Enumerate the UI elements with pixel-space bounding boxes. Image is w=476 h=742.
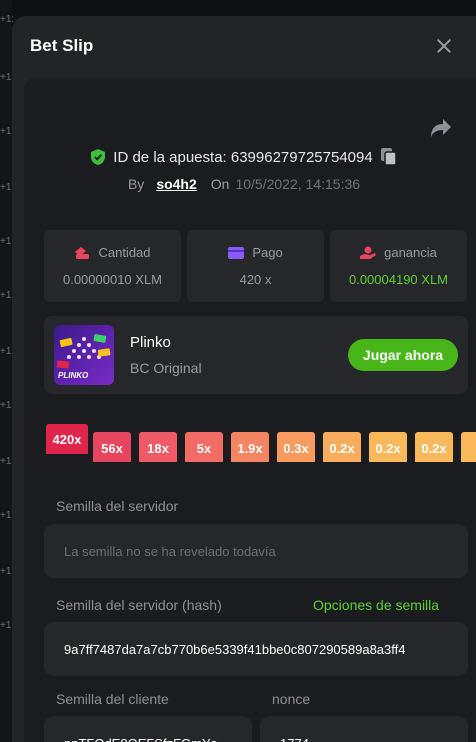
server-hash-field[interactable]: 9a7ff7487da7a7cb770b6e5339f41bbe0c807290… — [44, 622, 468, 676]
multiplier-tile: 0.3x — [277, 432, 315, 462]
background-fragment: +1 — [0, 290, 12, 301]
multiplier-tile: 18x — [139, 432, 177, 462]
wallet-icon — [228, 246, 245, 259]
stat-payout-value: 420 x — [239, 272, 272, 287]
multiplier-tile: 5x — [185, 432, 223, 462]
multiplier-row: 420x 56x 18x 5x 1.9x 0.3x 0.2x 0.2x 0.2x — [24, 412, 476, 462]
bet-details-panel: ID de la apuesta: 63996279725754094 By s… — [24, 78, 476, 742]
background-fragment: +1 — [0, 182, 12, 193]
stat-amount-value: 0.00000010 XLM — [62, 272, 163, 287]
bet-id-row: ID de la apuesta: 63996279725754094 — [24, 148, 464, 166]
username-link[interactable]: so4h2 — [156, 176, 196, 192]
stat-profit-label-row: ganancia — [360, 245, 437, 260]
multiplier-tile: 0.2x — [323, 432, 361, 462]
client-seed-field[interactable]: nnTFQdE8QEFSfzFGmYs — [44, 716, 252, 742]
background-fragment: +1 — [0, 346, 12, 357]
background-fragment: +1 — [0, 620, 12, 631]
background-fragment: +1: — [0, 14, 15, 25]
stat-payout-label: Pago — [252, 245, 283, 260]
background-fragment: +1 — [0, 236, 12, 247]
bet-stats: Cantidad 0.00000010 XLM Pago 420 x ganan… — [44, 230, 467, 302]
coins-icon — [75, 246, 90, 259]
bet-id-text: ID de la apuesta: 63996279725754094 — [113, 148, 373, 166]
on-label: On — [210, 176, 230, 192]
bet-slip-modal: Bet Slip ID de la apuesta: 6399627972575… — [12, 16, 476, 742]
client-seed-label: Semilla del cliente — [56, 691, 169, 707]
nonce-field[interactable]: 1774 — [260, 716, 468, 742]
multiplier-tile: 420x — [46, 424, 88, 454]
background-fragment: +1 — [0, 456, 12, 467]
thumbnail-label: PLINKO — [58, 371, 89, 380]
nonce-label: nonce — [272, 691, 311, 707]
stat-amount: Cantidad 0.00000010 XLM — [44, 230, 181, 302]
play-now-button[interactable]: Jugar ahora — [348, 339, 458, 371]
stat-amount-label-row: Cantidad — [74, 245, 151, 260]
background-leaderboard-strip: +1: +1 +1 +1 +1 +1 +1 +1 +1 +1 +1 +1 — [0, 0, 15, 742]
bettor-row: By so4h2 On 10/5/2022, 14:15:36 — [24, 176, 464, 192]
multiplier-tile-partial — [461, 432, 476, 462]
seed-options-link[interactable]: Opciones de semilla — [313, 597, 439, 613]
game-card: PLINKO Plinko BC Original Jugar ahora — [44, 316, 468, 394]
stat-profit-value: 0.00004190 XLM — [348, 272, 449, 287]
server-hash-label: Semilla del servidor (hash) — [56, 597, 222, 613]
stat-profit-label: ganancia — [384, 245, 437, 260]
by-label: By — [127, 176, 145, 192]
modal-title: Bet Slip — [30, 36, 94, 55]
shield-check-icon — [91, 149, 106, 165]
share-icon[interactable] — [430, 118, 452, 138]
bet-date: 10/5/2022, 14:15:36 — [235, 176, 361, 192]
server-seed-field[interactable]: La semilla no se ha revelado todavía — [44, 524, 468, 578]
plinko-thumbnail[interactable]: PLINKO — [54, 325, 114, 385]
stat-profit: ganancia 0.00004190 XLM — [330, 230, 467, 302]
modal-header: Bet Slip — [12, 16, 476, 76]
multiplier-tile: 1.9x — [231, 432, 269, 462]
game-name: Plinko — [130, 334, 171, 351]
stat-payout: Pago 420 x — [187, 230, 324, 302]
multiplier-tile: 0.2x — [415, 432, 453, 462]
stat-amount-label: Cantidad — [98, 245, 151, 260]
game-provider: BC Original — [130, 360, 202, 376]
copy-icon[interactable] — [380, 148, 397, 166]
hand-coin-icon — [360, 246, 377, 259]
multiplier-tile: 0.2x — [369, 432, 407, 462]
background-fragment: +1 — [0, 510, 12, 521]
server-seed-label: Semilla del servidor — [56, 498, 179, 514]
background-fragment: +1 — [0, 126, 12, 137]
stat-payout-label-row: Pago — [228, 245, 283, 260]
close-icon[interactable] — [434, 36, 454, 56]
background-fragment: +1 — [0, 400, 12, 411]
background-fragment: +1 — [0, 566, 12, 577]
background-fragment: +1 — [0, 72, 12, 83]
multiplier-tile: 56x — [93, 432, 131, 462]
